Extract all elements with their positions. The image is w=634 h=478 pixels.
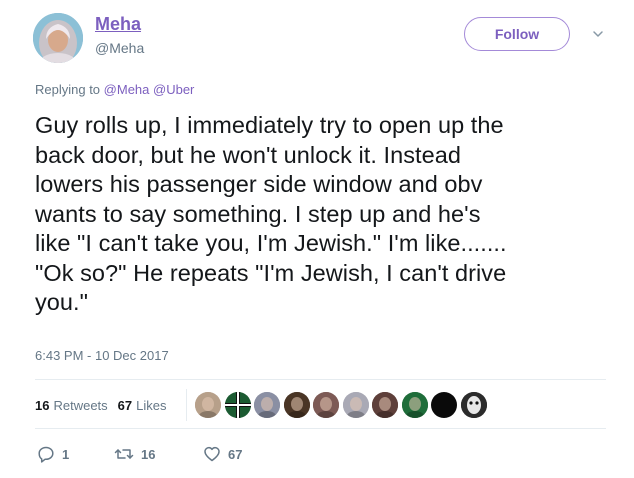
- like-count: 67: [228, 446, 243, 462]
- retweet-button[interactable]: 16: [114, 445, 203, 463]
- reply-mention-meha[interactable]: @Meha: [104, 82, 150, 97]
- engagement-stats: 16 Retweets 67 Likes: [35, 398, 177, 413]
- liker-avatar-9[interactable]: [431, 392, 457, 418]
- liker-avatar-4[interactable]: [283, 392, 310, 418]
- reply-count: 1: [62, 446, 70, 462]
- retweets-stat[interactable]: 16 Retweets: [35, 398, 108, 413]
- liker-avatar-7[interactable]: [372, 392, 398, 418]
- liker-avatar-3[interactable]: [254, 392, 280, 418]
- likes-count: 67: [117, 398, 133, 413]
- chevron-down-icon[interactable]: [591, 27, 605, 41]
- tweet-timestamp[interactable]: 6:43 PM - 10 Dec 2017: [35, 348, 169, 363]
- liker-avatar-6[interactable]: [342, 392, 369, 418]
- retweets-label: Retweets: [53, 398, 108, 413]
- retweet-count: 16: [141, 446, 156, 462]
- heart-icon: [204, 446, 220, 462]
- liker-avatars: [195, 392, 490, 418]
- tweet-text: Guy rolls up, I immediately try to open …: [35, 112, 507, 315]
- like-button[interactable]: 67: [203, 445, 242, 463]
- divider: [35, 379, 606, 380]
- reply-mention-uber[interactable]: @Uber: [153, 82, 194, 97]
- likes-label: Likes: [136, 398, 167, 413]
- liker-avatar-2[interactable]: [224, 392, 251, 418]
- author-handle[interactable]: @Meha: [95, 40, 144, 56]
- stats-separator: [186, 389, 187, 421]
- divider: [35, 428, 606, 429]
- reply-button[interactable]: 1: [37, 445, 114, 463]
- follow-button[interactable]: Follow: [464, 17, 570, 51]
- reply-context-prefix: Replying to: [35, 82, 101, 97]
- liker-avatar-10[interactable]: [460, 392, 487, 418]
- tweet-card: Meha @Meha Follow Replying to @Meha @Ube…: [0, 0, 634, 478]
- reply-icon: [38, 446, 54, 463]
- reply-context: Replying to @Meha @Uber: [35, 82, 194, 97]
- author-display-name[interactable]: Meha: [95, 14, 141, 35]
- likes-stat[interactable]: 67 Likes: [118, 398, 167, 413]
- author-avatar[interactable]: [33, 13, 83, 63]
- avatar-image: [33, 13, 83, 63]
- retweet-icon: [114, 449, 134, 459]
- liker-avatar-8[interactable]: [401, 392, 428, 418]
- liker-avatar-1[interactable]: [195, 392, 221, 418]
- retweets-count: 16: [35, 398, 50, 413]
- liker-avatar-5[interactable]: [313, 392, 339, 418]
- tweet-actions: 1 16 67: [37, 445, 242, 463]
